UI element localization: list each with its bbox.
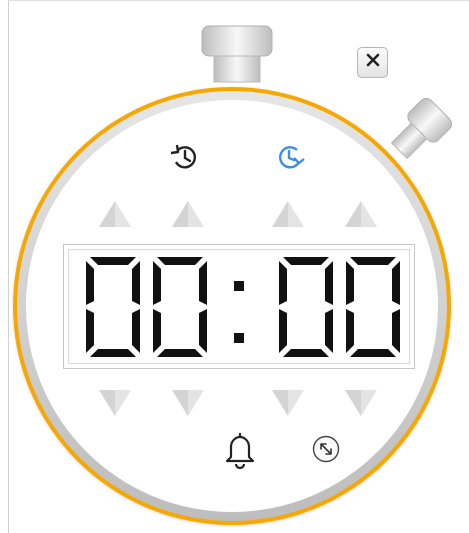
timer-icon bbox=[275, 142, 307, 177]
stopwatch-crown-top bbox=[200, 24, 274, 84]
window-border-left bbox=[8, 0, 9, 533]
minutes-tens-down-arrow[interactable] bbox=[97, 388, 133, 418]
minutes-ones-down-arrow[interactable] bbox=[170, 388, 206, 418]
close-icon bbox=[366, 53, 380, 72]
svg-text:0: 0 bbox=[373, 304, 374, 306]
close-button[interactable] bbox=[357, 47, 388, 78]
seconds-ones-digit: 0 bbox=[346, 257, 400, 357]
seconds-tens-up-arrow[interactable] bbox=[270, 199, 306, 229]
seconds-tens-digit: 0 bbox=[279, 257, 333, 357]
svg-text:0: 0 bbox=[180, 304, 181, 306]
timer-mode-button[interactable] bbox=[273, 142, 309, 176]
seconds-tens-down-arrow[interactable] bbox=[270, 388, 306, 418]
minutes-tens-digit: 0 bbox=[86, 257, 140, 357]
history-icon bbox=[168, 142, 200, 177]
time-display: 0 0 : 0 bbox=[63, 244, 415, 369]
svg-text:0: 0 bbox=[306, 304, 307, 306]
minutes-tens-up-arrow[interactable] bbox=[97, 199, 133, 229]
seconds-ones-up-arrow[interactable] bbox=[343, 199, 379, 229]
resize-button[interactable] bbox=[309, 434, 343, 468]
seconds-ones-down-arrow[interactable] bbox=[343, 388, 379, 418]
expand-arrows-icon bbox=[311, 434, 341, 469]
minutes-ones-digit: 0 bbox=[153, 257, 207, 357]
minutes-ones-up-arrow[interactable] bbox=[170, 199, 206, 229]
svg-text:0: 0 bbox=[113, 304, 114, 306]
window-border-top bbox=[8, 0, 469, 1]
history-button[interactable] bbox=[166, 142, 202, 176]
bell-icon bbox=[223, 431, 257, 474]
alarm-button[interactable] bbox=[220, 432, 260, 472]
